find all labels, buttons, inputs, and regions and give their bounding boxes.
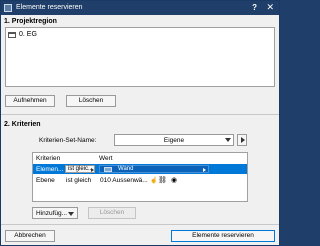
criteria-set-name-label: Kriterien-Set-Name:: [39, 137, 97, 144]
section-divider: [1, 114, 279, 115]
footer-divider: [1, 224, 279, 225]
folder-icon: [8, 31, 16, 38]
app-icon: [4, 4, 12, 12]
title-bar: Elemente reservieren ? ✕: [1, 1, 279, 15]
window-title: Elemente reservieren: [16, 4, 83, 11]
chevron-right-icon: [203, 168, 206, 172]
criterion-cell: Ebene: [36, 176, 55, 184]
criterion-cell: Elemen...: [36, 165, 64, 173]
table-row[interactable]: Ebene ist gleich 010 Aussenwä... ☝ ⛓ ◉: [33, 175, 247, 185]
value-text: Wand: [118, 166, 134, 172]
column-header-value: Wert: [99, 155, 113, 162]
section-criteria-title: 2. Kriterien: [4, 121, 41, 128]
add-criterion-label: Hinzufüg...: [36, 210, 68, 217]
tree-item-label: 0. EG: [19, 31, 37, 38]
tree-item[interactable]: 0. EG: [8, 31, 37, 38]
value-select[interactable]: Wand: [99, 165, 209, 173]
table-row[interactable]: Elemen... ist gleic... Wand: [33, 164, 247, 174]
section-project-region-title: 1. Projektregion: [4, 18, 57, 25]
link-icon[interactable]: ⛓: [158, 176, 167, 184]
criteria-set-select[interactable]: Eigene: [114, 134, 234, 146]
criteria-set-value: Eigene: [163, 137, 185, 144]
chevron-right-icon: [91, 168, 94, 172]
reserve-elements-button[interactable]: Elemente reservieren: [171, 230, 275, 242]
eye-icon[interactable]: ◉: [171, 176, 177, 184]
dialog-window: Elemente reservieren ? ✕ 1. Projektregio…: [0, 0, 280, 246]
column-header-criteria: Kriterien: [36, 155, 61, 162]
chevron-right-icon: [241, 137, 245, 143]
hand-cursor-icon: ☝: [150, 178, 158, 184]
delete-region-button[interactable]: Löschen: [66, 95, 116, 107]
cancel-button[interactable]: Abbrechen: [5, 230, 55, 242]
operator-cell: ist gleich: [66, 176, 92, 184]
operator-value: ist gleic...: [68, 166, 94, 172]
project-region-tree[interactable]: 0. EG: [5, 27, 275, 87]
table-header: Kriterien Wert: [33, 153, 247, 163]
wall-icon: [104, 167, 112, 172]
add-region-button[interactable]: Aufnehmen: [5, 95, 55, 107]
chevron-down-icon: [68, 212, 74, 216]
delete-criterion-button[interactable]: Löschen: [88, 207, 136, 219]
value-cell: 010 Aussenwä...: [100, 176, 148, 184]
criteria-set-menu-button[interactable]: [237, 134, 247, 146]
close-button[interactable]: ✕: [266, 2, 274, 13]
criteria-table: Kriterien Wert Elemen... ist gleic... Wa…: [32, 152, 248, 202]
chevron-down-icon: [225, 138, 231, 142]
operator-select[interactable]: ist gleic...: [65, 165, 95, 173]
help-button[interactable]: ?: [252, 3, 257, 12]
add-criterion-dropdown[interactable]: Hinzufüg...: [32, 207, 78, 219]
